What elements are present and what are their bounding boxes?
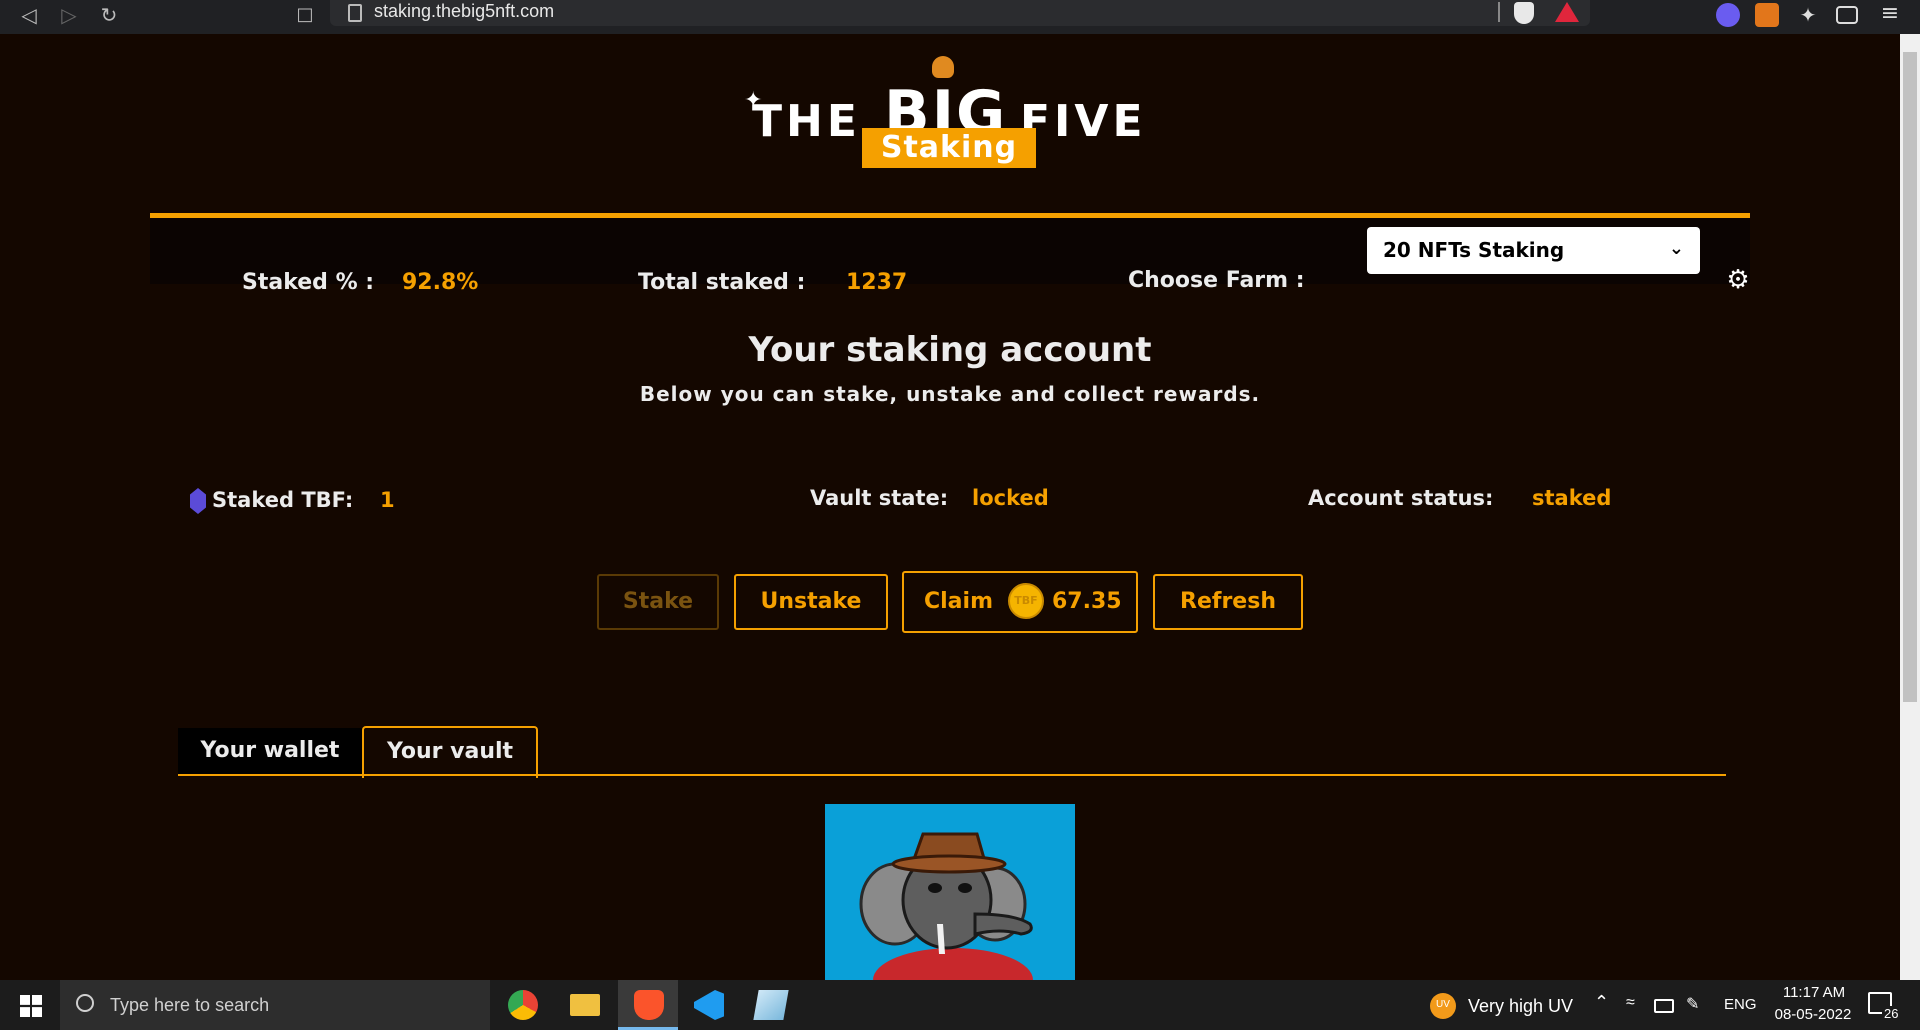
clock-time[interactable]: 11:17 AM bbox=[1776, 984, 1852, 1001]
menu-icon[interactable]: ≡ bbox=[1878, 3, 1902, 27]
weather-uv-badge: UV bbox=[1436, 999, 1450, 1010]
tab-your-wallet[interactable]: Your wallet bbox=[178, 728, 362, 774]
forward-icon[interactable]: ▷ bbox=[52, 0, 86, 34]
extension-icon[interactable] bbox=[1716, 3, 1740, 27]
notification-count: 26 bbox=[1882, 1006, 1901, 1021]
chevron-up-icon[interactable]: ⌃ bbox=[1594, 992, 1609, 1013]
account-status-value: staked bbox=[1532, 486, 1612, 510]
account-status-label: Account status: bbox=[1308, 486, 1494, 510]
account-subtitle: Below you can stake, unstake and collect… bbox=[639, 382, 1261, 406]
claim-label: Claim bbox=[924, 589, 993, 614]
farm-select[interactable]: 20 NFTs Staking ⌄ bbox=[1367, 227, 1700, 274]
claim-button[interactable]: Claim TBF 67.35 bbox=[902, 571, 1138, 633]
language-indicator[interactable]: ENG bbox=[1724, 996, 1757, 1013]
wallet-icon[interactable] bbox=[1836, 6, 1858, 24]
pen-icon[interactable]: ✎ bbox=[1686, 994, 1699, 1014]
vault-state-value: locked bbox=[972, 486, 1049, 510]
logo-word-five: FIVE bbox=[1020, 96, 1147, 147]
chevron-down-icon: ⌄ bbox=[1668, 238, 1684, 259]
weather-text[interactable]: Very high UV bbox=[1468, 996, 1573, 1017]
metamask-icon[interactable] bbox=[1755, 3, 1779, 27]
staked-tbf-value: 1 bbox=[380, 488, 395, 512]
tbf-coin-icon: TBF bbox=[1008, 583, 1044, 619]
lock-icon bbox=[348, 4, 362, 22]
address-divider bbox=[1498, 2, 1500, 22]
elephant-nft-image bbox=[859, 832, 1033, 980]
weather-uv-icon[interactable]: UV bbox=[1430, 993, 1456, 1019]
tab-your-vault[interactable]: Your vault bbox=[362, 726, 538, 778]
reload-icon[interactable]: ↻ bbox=[92, 0, 126, 34]
clock-date[interactable]: 08-05-2022 bbox=[1768, 1006, 1858, 1023]
staked-tbf-label: Staked TBF: bbox=[212, 488, 354, 512]
nft-card[interactable] bbox=[825, 804, 1075, 980]
taskbar-search-placeholder[interactable]: Type here to search bbox=[110, 995, 269, 1016]
refresh-button[interactable]: Refresh bbox=[1153, 574, 1303, 630]
farm-select-value: 20 NFTs Staking bbox=[1383, 238, 1565, 262]
total-staked-value: 1237 bbox=[846, 270, 908, 295]
search-icon bbox=[76, 994, 94, 1012]
brave-icon[interactable] bbox=[634, 990, 664, 1020]
bookmark-icon[interactable]: □ bbox=[288, 0, 322, 34]
notepad-icon[interactable] bbox=[753, 990, 789, 1020]
file-explorer-icon[interactable] bbox=[570, 994, 600, 1016]
unstake-button[interactable]: Unstake bbox=[734, 574, 888, 630]
vault-state-label: Vault state: bbox=[810, 486, 949, 510]
gear-icon[interactable]: ⚙ bbox=[1726, 267, 1750, 293]
account-title: Your staking account bbox=[748, 330, 1152, 370]
staking-banner: Staking bbox=[862, 128, 1036, 168]
staked-percent-label: Staked % : bbox=[242, 270, 375, 295]
scrollbar-thumb[interactable] bbox=[1903, 52, 1917, 702]
money-bag-icon bbox=[932, 56, 954, 78]
tab-underline bbox=[178, 774, 1726, 776]
claim-amount: 67.35 bbox=[1052, 589, 1122, 614]
url-text: staking.thebig5nft.com bbox=[374, 1, 555, 21]
brave-rewards-icon[interactable] bbox=[1555, 2, 1579, 22]
choose-farm-label: Choose Farm : bbox=[1128, 268, 1305, 293]
logo-word-the: THE bbox=[752, 96, 861, 147]
staked-percent-value: 92.8% bbox=[402, 270, 479, 295]
back-icon[interactable]: ◁ bbox=[12, 0, 46, 34]
stake-button[interactable]: Stake bbox=[597, 574, 719, 630]
wifi-icon[interactable]: ≈ bbox=[1626, 994, 1635, 1012]
battery-icon[interactable] bbox=[1654, 999, 1674, 1013]
chrome-icon[interactable] bbox=[508, 990, 538, 1020]
total-staked-label: Total staked : bbox=[638, 270, 806, 295]
brave-shield-icon[interactable] bbox=[1514, 2, 1534, 24]
puzzle-icon[interactable]: ✦ bbox=[1796, 3, 1820, 27]
